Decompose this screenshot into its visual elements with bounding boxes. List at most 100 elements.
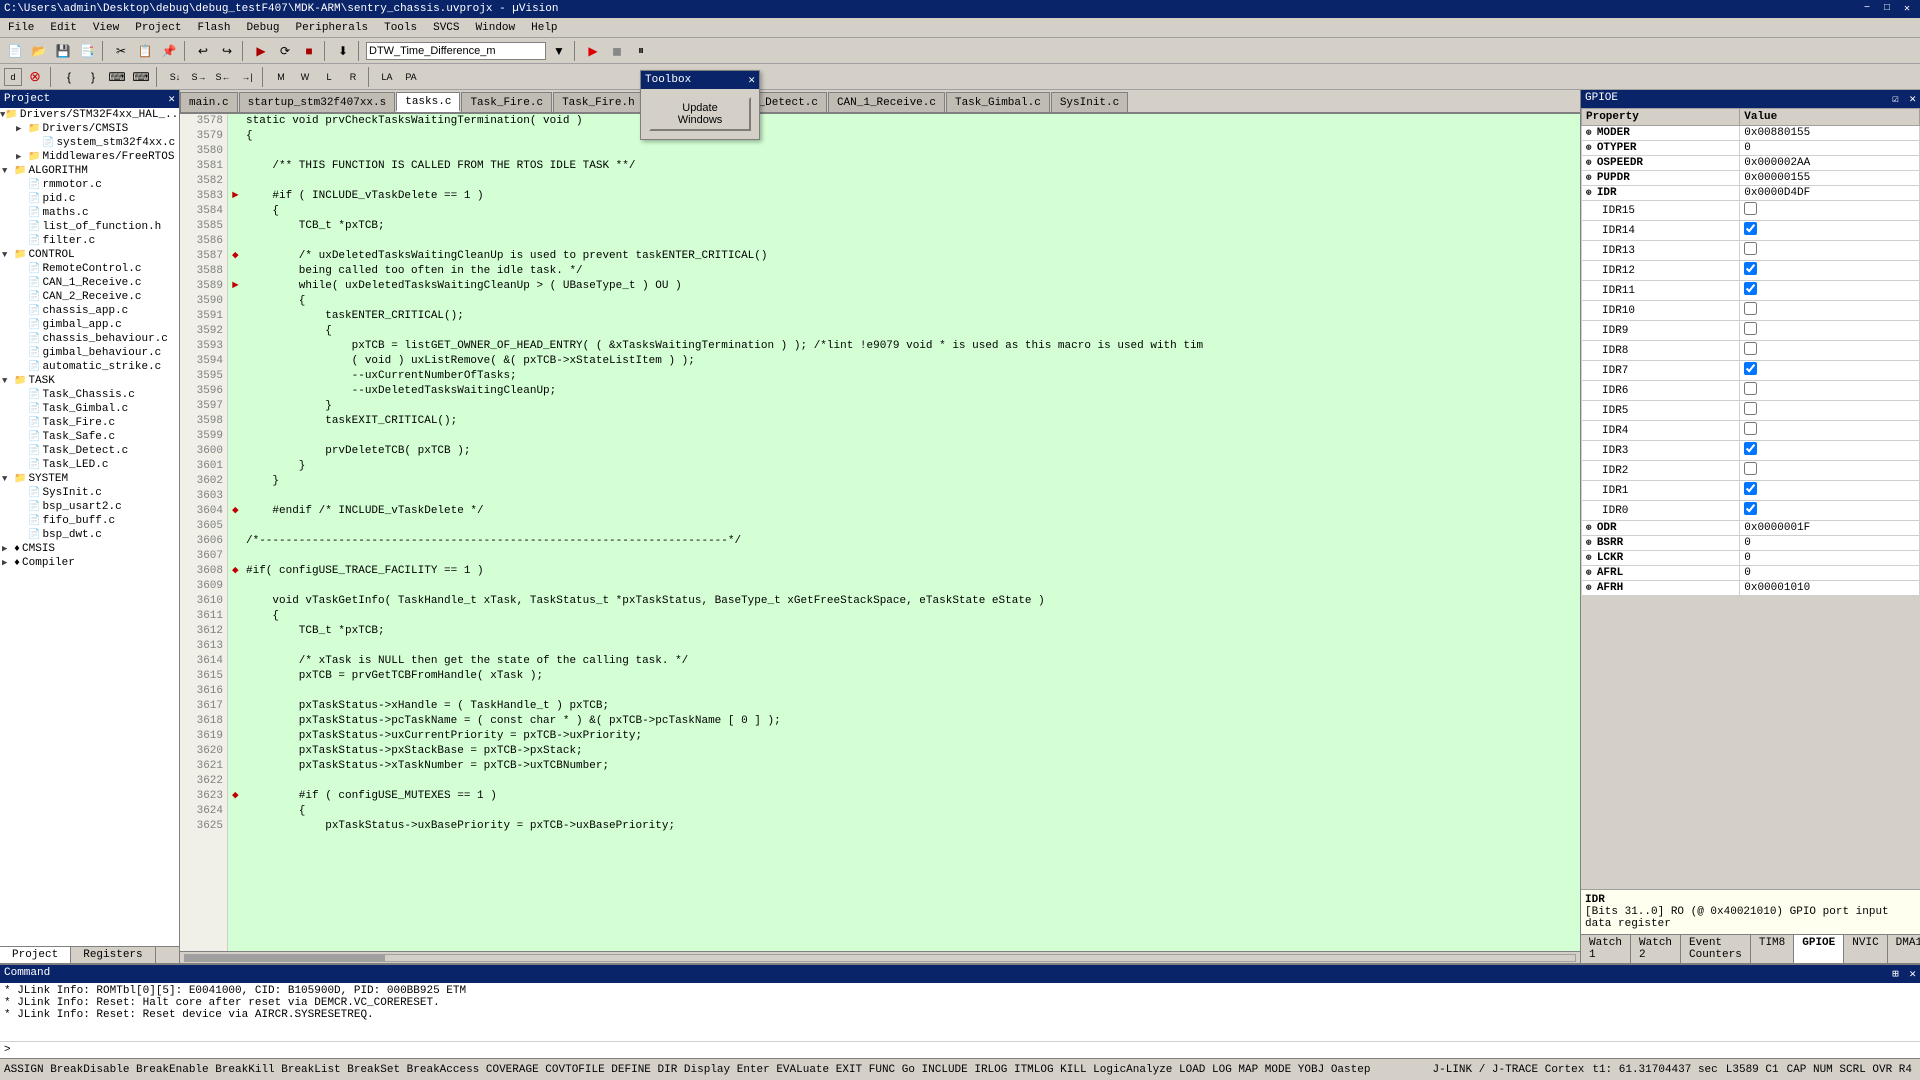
tree-item[interactable]: ▼📁Drivers/STM32F4xx_HAL_... — [0, 108, 179, 122]
debug-stop-btn[interactable]: ◼ — [606, 40, 628, 62]
right-bottom-tab[interactable]: GPIOE — [1794, 935, 1844, 963]
logic-btn[interactable]: LA — [376, 66, 398, 88]
menu-help[interactable]: Help — [523, 20, 565, 36]
tree-item[interactable]: 📄Task_Detect.c — [0, 444, 179, 458]
editor-tab[interactable]: tasks.c — [396, 92, 460, 112]
update-windows-button[interactable]: Update Windows — [649, 97, 751, 131]
build-btn[interactable]: ▶ — [250, 40, 272, 62]
command-input[interactable] — [15, 1044, 1916, 1056]
save-all-btn[interactable]: 📑 — [76, 40, 98, 62]
step-in-btn[interactable]: S→ — [188, 66, 210, 88]
tree-item[interactable]: 📄filter.c — [0, 234, 179, 248]
h-scrollbar[interactable] — [180, 951, 1580, 963]
code-content[interactable]: static void prvCheckTasksWaitingTerminat… — [228, 114, 1580, 951]
tree-item[interactable]: ▶♦CMSIS — [0, 542, 179, 556]
tree-item[interactable]: 📄pid.c — [0, 192, 179, 206]
tree-item[interactable]: 📄automatic_strike.c — [0, 360, 179, 374]
tree-item[interactable]: 📄Task_Gimbal.c — [0, 402, 179, 416]
menu-project[interactable]: Project — [127, 20, 189, 36]
watch-btn[interactable]: W — [294, 66, 316, 88]
right-panel-checkbox[interactable]: ☑ — [1892, 94, 1899, 106]
tree-item[interactable]: 📄gimbal_app.c — [0, 318, 179, 332]
tree-item[interactable]: ▼📁ALGORITHM — [0, 164, 179, 178]
editor-tab[interactable]: startup_stm32f407xx.s — [239, 92, 396, 112]
tree-item[interactable]: 📄chassis_behaviour.c — [0, 332, 179, 346]
regs-btn[interactable]: R — [342, 66, 364, 88]
menu-edit[interactable]: Edit — [42, 20, 84, 36]
target-select[interactable] — [366, 42, 546, 60]
tb2-btn4[interactable]: } — [82, 66, 104, 88]
right-bottom-tab[interactable]: TIM8 — [1751, 935, 1794, 963]
editor-tab[interactable]: Task_Gimbal.c — [946, 92, 1050, 112]
tree-item[interactable]: 📄rmmotor.c — [0, 178, 179, 192]
toolbox-close[interactable]: ✕ — [748, 73, 755, 87]
tab-project[interactable]: Project — [0, 947, 71, 963]
right-bottom-tab[interactable]: Watch 1 — [1581, 935, 1631, 963]
minimize-button[interactable]: − — [1858, 3, 1876, 15]
editor-tab[interactable]: Task_Fire.c — [461, 92, 552, 112]
run-to-cursor-btn[interactable]: →| — [236, 66, 258, 88]
editor-tab[interactable]: Task_Fire.h — [553, 92, 644, 112]
tree-item[interactable]: ▼📁CONTROL — [0, 248, 179, 262]
tb2-btn6[interactable]: ⌨ — [130, 66, 152, 88]
menu-svcs[interactable]: SVCS — [425, 20, 467, 36]
stop-btn[interactable]: ■ — [298, 40, 320, 62]
perf-btn[interactable]: PA — [400, 66, 422, 88]
menu-view[interactable]: View — [85, 20, 127, 36]
editor-tab[interactable]: main.c — [180, 92, 238, 112]
right-bottom-tab[interactable]: Event Counters — [1681, 935, 1751, 963]
redo-btn[interactable]: ↪ — [216, 40, 238, 62]
tree-item[interactable]: ▶♦Compiler — [0, 556, 179, 570]
tree-item[interactable]: 📄list_of_function.h — [0, 220, 179, 234]
right-panel-close[interactable]: ✕ — [1909, 94, 1916, 106]
command-close[interactable]: ✕ — [1909, 969, 1916, 981]
menu-flash[interactable]: Flash — [189, 20, 238, 36]
menu-tools[interactable]: Tools — [376, 20, 425, 36]
right-bottom-tab[interactable]: DMA1 — [1888, 935, 1920, 963]
tb2-btn5[interactable]: ⌨ — [106, 66, 128, 88]
step-out-btn[interactable]: S← — [212, 66, 234, 88]
tree-item[interactable]: 📄Task_Fire.c — [0, 416, 179, 430]
step-over-btn[interactable]: S↓ — [164, 66, 186, 88]
menu-window[interactable]: Window — [468, 20, 524, 36]
editor-tab[interactable]: CAN_1_Receive.c — [828, 92, 945, 112]
tree-item[interactable]: ▼📁TASK — [0, 374, 179, 388]
menu-peripherals[interactable]: Peripherals — [287, 20, 376, 36]
project-panel-close[interactable]: ✕ — [168, 92, 175, 106]
maximize-button[interactable]: □ — [1878, 3, 1896, 15]
debug-pause-btn[interactable]: ⏸ — [630, 40, 652, 62]
right-bottom-tab[interactable]: NVIC — [1844, 935, 1887, 963]
menu-debug[interactable]: Debug — [238, 20, 287, 36]
undo-btn[interactable]: ↩ — [192, 40, 214, 62]
tree-item[interactable]: ▼📁SYSTEM — [0, 472, 179, 486]
tree-item[interactable]: 📄maths.c — [0, 206, 179, 220]
tree-item[interactable]: 📄bsp_dwt.c — [0, 528, 179, 542]
right-bottom-tab[interactable]: Watch 2 — [1631, 935, 1681, 963]
tree-item[interactable]: 📄fifo_buff.c — [0, 514, 179, 528]
tb2-btn3[interactable]: { — [58, 66, 80, 88]
tb2-btn1[interactable]: d — [4, 68, 22, 86]
cut-btn[interactable]: ✂ — [110, 40, 132, 62]
tree-item[interactable]: 📄Task_Safe.c — [0, 430, 179, 444]
target-options-btn[interactable]: ▼ — [548, 40, 570, 62]
tb2-btn2[interactable]: ⊗ — [24, 66, 46, 88]
tree-item[interactable]: 📄bsp_usart2.c — [0, 500, 179, 514]
tree-item[interactable]: ▶📁Middlewares/FreeRTOS — [0, 150, 179, 164]
save-btn[interactable]: 💾 — [52, 40, 74, 62]
tree-item[interactable]: 📄CAN_1_Receive.c — [0, 276, 179, 290]
paste-btn[interactable]: 📌 — [158, 40, 180, 62]
locals-btn[interactable]: L — [318, 66, 340, 88]
mem-window-btn[interactable]: M — [270, 66, 292, 88]
tree-item[interactable]: 📄chassis_app.c — [0, 304, 179, 318]
menu-file[interactable]: File — [0, 20, 42, 36]
tree-item[interactable]: 📄gimbal_behaviour.c — [0, 346, 179, 360]
command-expand[interactable]: ⊞ — [1892, 969, 1899, 981]
tree-item[interactable]: ▶📁Drivers/CMSIS — [0, 122, 179, 136]
tree-item[interactable]: 📄system_stm32f4xx.c — [0, 136, 179, 150]
rebuild-btn[interactable]: ⟳ — [274, 40, 296, 62]
tree-item[interactable]: 📄Task_LED.c — [0, 458, 179, 472]
close-button[interactable]: ✕ — [1898, 3, 1916, 15]
editor-tab[interactable]: SysInit.c — [1051, 92, 1128, 112]
tree-item[interactable]: 📄Task_Chassis.c — [0, 388, 179, 402]
debug-start-btn[interactable]: ▶ — [582, 40, 604, 62]
